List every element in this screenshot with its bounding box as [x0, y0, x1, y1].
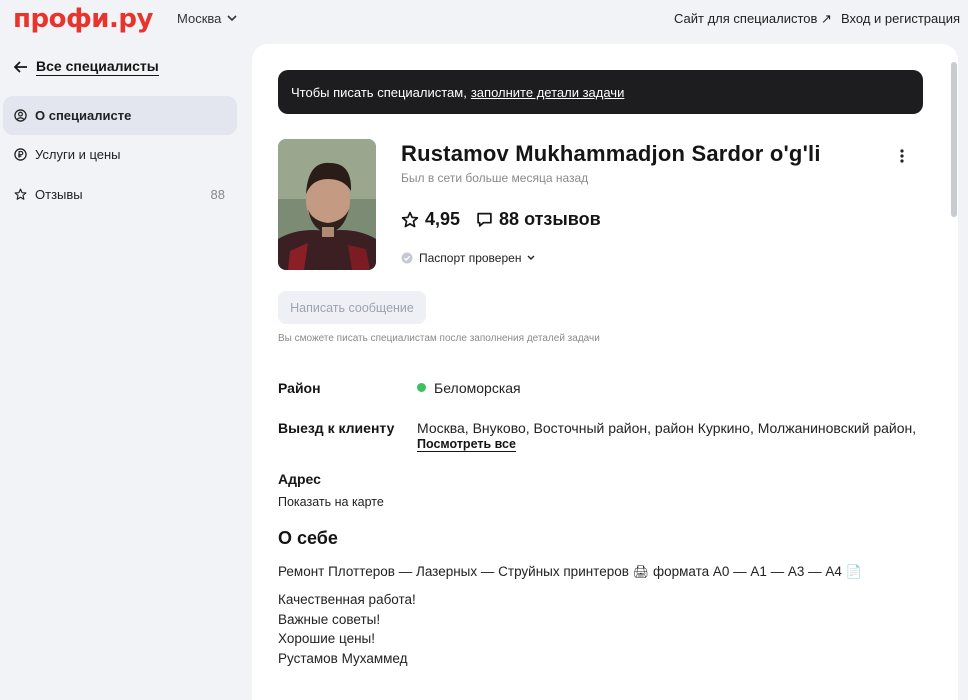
see-all-link[interactable]: Посмотреть все [417, 437, 516, 452]
sidebar-item-label: О специалисте [35, 108, 132, 123]
sidebar-item-reviews[interactable]: Отзывы 88 [3, 175, 237, 214]
chevron-down-icon [227, 15, 237, 22]
sidebar-item-label: Отзывы [35, 187, 83, 202]
passport-verified[interactable]: Паспорт проверен [401, 251, 535, 265]
reviews-count: 88 [210, 187, 225, 202]
about-line: Хорошие цены! [278, 631, 376, 646]
scrollbar[interactable] [951, 62, 957, 217]
sidebar-item-label: Услуги и цены [35, 147, 121, 162]
specialist-name: Rustamov Mukhammadjon Sardor o'g'li [401, 141, 821, 166]
profile-photo [278, 139, 376, 270]
district-value: Беломорская [417, 380, 521, 396]
top-bar: профи.ру Москва Сайт для специалистов ↗ … [0, 0, 968, 40]
about-title: О себе [278, 528, 338, 548]
about-line: Рустамов Мухаммед [278, 651, 408, 666]
page-icon: 📄 [845, 564, 862, 579]
back-label: Все специалисты [36, 58, 159, 76]
sidebar-item-about[interactable]: О специалисте [3, 96, 237, 135]
rating-value: 4,95 [425, 209, 461, 229]
reviews-link[interactable]: 88 отзывов [499, 209, 601, 230]
about-line: Ремонт Плоттеров — Лазерных — Струйных п… [278, 564, 862, 580]
avatar[interactable] [278, 139, 376, 270]
task-details-banner: Чтобы писать специалистам, заполните дет… [278, 70, 923, 114]
passport-label: Паспорт проверен [419, 251, 522, 265]
city-label: Москва [177, 11, 222, 26]
district-name: Беломорская [434, 380, 521, 396]
login-link[interactable]: Вход и регистрация [841, 11, 960, 26]
arrow-left-icon [14, 61, 27, 73]
message-hint: Вы сможете писать специалистам после зап… [278, 333, 600, 344]
star-icon [401, 211, 419, 227]
profile-card: Чтобы писать специалистам, заполните дет… [252, 44, 958, 700]
write-message-button[interactable]: Написать сообщение [278, 291, 426, 324]
about-line: Важные советы! [278, 612, 381, 627]
show-on-map-link[interactable]: Показать на карте [278, 495, 384, 509]
check-circle-icon [401, 252, 413, 264]
about-line-text: Ремонт Плоттеров — Лазерных — Струйных п… [278, 564, 629, 579]
chevron-down-icon [527, 255, 535, 260]
ruble-icon [14, 148, 27, 161]
about-line: Качественная работа! [278, 592, 416, 607]
visit-label: Выезд к клиенту [278, 420, 395, 436]
about-line-tail: формата А0 — А1 — А3 — А4 [652, 564, 842, 579]
rating-row: 4,95 88 отзывов [401, 209, 601, 230]
city-selector[interactable]: Москва [177, 11, 237, 26]
specialists-site-link[interactable]: Сайт для специалистов ↗ [674, 11, 832, 27]
banner-text: Чтобы писать специалистам, [291, 84, 467, 100]
printer-icon: 🖨 [632, 564, 650, 579]
user-circle-icon [14, 109, 27, 122]
last-seen-status: Был в сети больше месяца назад [401, 171, 589, 185]
more-options-icon[interactable] [900, 147, 904, 168]
profi-logo[interactable]: профи.ру [13, 4, 153, 34]
fill-task-details-link[interactable]: заполните детали задачи [471, 85, 625, 100]
district-label: Район [278, 380, 321, 396]
comment-icon[interactable] [476, 211, 493, 228]
back-link[interactable]: Все специалисты [14, 58, 159, 76]
address-label: Адрес [278, 471, 321, 487]
star-icon [14, 188, 27, 200]
metro-dot-icon [417, 383, 426, 392]
sidebar-item-services[interactable]: Услуги и цены [3, 135, 237, 174]
visit-areas: Москва, Внуково, Восточный район, район … [417, 420, 917, 436]
